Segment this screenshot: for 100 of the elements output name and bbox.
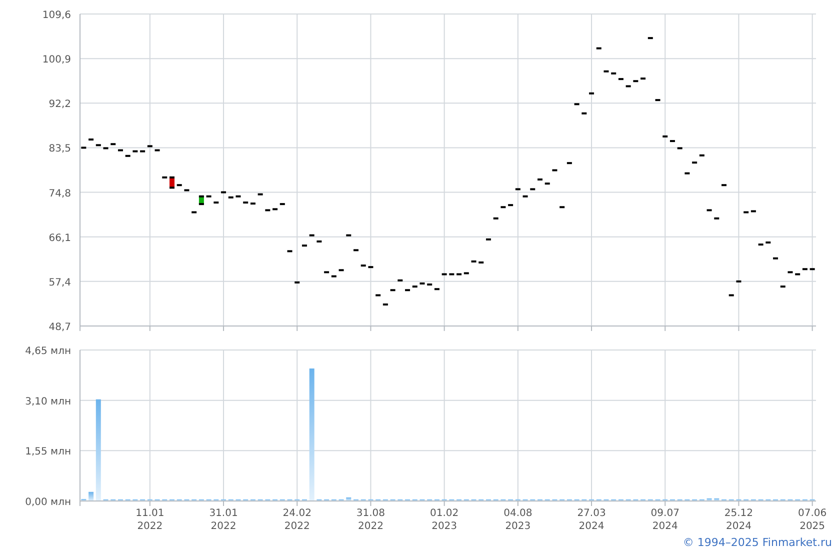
y-axis-label: 0,00 млн [25, 497, 71, 508]
candle [538, 178, 542, 180]
candle [88, 138, 94, 141]
candle [471, 260, 476, 262]
candle [648, 37, 653, 40]
candle [206, 195, 212, 198]
candle [582, 112, 587, 114]
candle [434, 288, 440, 290]
candle [272, 208, 278, 210]
candle [640, 78, 646, 80]
x-axis-label: 01.02 2023 [430, 508, 459, 532]
y-axis-label: 100,9 [42, 54, 71, 66]
candle [162, 176, 168, 178]
candle [611, 72, 616, 74]
candle [699, 154, 704, 156]
y-axis-label: 74,8 [48, 188, 71, 200]
y-axis-label: 66,1 [48, 232, 71, 244]
candle [758, 244, 764, 246]
candle [684, 172, 690, 174]
x-axis-label: 04.08 2023 [504, 508, 532, 532]
candle [750, 210, 756, 212]
candle [560, 206, 565, 208]
candle [214, 202, 219, 204]
y-axis-label: 83,5 [48, 144, 71, 155]
candle [773, 257, 778, 260]
candle [382, 303, 388, 306]
candle [802, 268, 808, 270]
candle [478, 261, 484, 264]
candle [670, 140, 675, 142]
candle [103, 147, 108, 150]
candle [176, 184, 182, 186]
candle [530, 188, 536, 190]
candle [390, 289, 396, 292]
candle [596, 47, 602, 50]
candle [287, 250, 292, 252]
candle [154, 149, 160, 152]
volume-bar [88, 492, 94, 501]
candle [81, 146, 86, 149]
candle [198, 195, 204, 206]
candle [442, 273, 447, 276]
candle [574, 103, 580, 106]
x-axis-label: 07.06 2025 [798, 508, 827, 532]
candle [618, 78, 624, 80]
candle [170, 176, 174, 189]
x-axis-label: 24.02 2022 [282, 508, 312, 532]
candle [788, 271, 793, 274]
x-axis-label: 11.01 2022 [136, 508, 164, 532]
candle [589, 92, 594, 94]
candle [398, 279, 403, 282]
x-axis-label: 27.03 2024 [577, 508, 606, 532]
candle [354, 249, 358, 252]
candle [662, 135, 668, 138]
candle [795, 273, 800, 276]
y-axis-label: 1,55 млн [25, 446, 71, 458]
candle [544, 182, 550, 185]
y-axis-label: 92,2 [48, 99, 71, 110]
candle [316, 240, 322, 242]
candle [420, 282, 425, 284]
candle [412, 286, 418, 288]
candle [346, 234, 352, 236]
candle [706, 209, 712, 212]
candle [552, 169, 558, 172]
candle [258, 193, 263, 196]
candle [221, 191, 226, 194]
candle [309, 234, 314, 236]
candle [493, 217, 498, 220]
candle [633, 80, 638, 82]
candle [250, 202, 256, 205]
candle [810, 268, 815, 270]
candle [744, 211, 749, 214]
candle [655, 99, 660, 102]
candle [604, 70, 609, 72]
candle [376, 294, 381, 296]
candle [243, 202, 248, 204]
candle [192, 211, 197, 214]
copyright-link[interactable]: © 1994–2025 Finmarket.ru [682, 536, 832, 548]
candle [236, 195, 241, 198]
candle [449, 273, 454, 276]
candle [736, 280, 742, 282]
candle [405, 289, 410, 292]
candle [677, 147, 682, 150]
candle [147, 145, 152, 148]
candle [294, 281, 300, 284]
candle [338, 269, 344, 272]
volume-bar [714, 498, 720, 501]
candle [456, 273, 462, 276]
x-axis-label: 31.01 2022 [209, 508, 238, 532]
candle [280, 203, 285, 206]
candle [692, 162, 698, 164]
candle [500, 206, 506, 208]
y-axis-label: 57,4 [48, 277, 71, 288]
x-axis-label: 31.08 2022 [356, 508, 386, 532]
candle [780, 286, 786, 288]
candle [118, 149, 123, 152]
x-axis-label: 09.07 2024 [650, 508, 680, 532]
candle [140, 150, 146, 152]
candle [324, 271, 330, 274]
candle [566, 162, 572, 164]
candle [360, 264, 366, 267]
y-axis-label: 3,10 млн [25, 396, 71, 408]
